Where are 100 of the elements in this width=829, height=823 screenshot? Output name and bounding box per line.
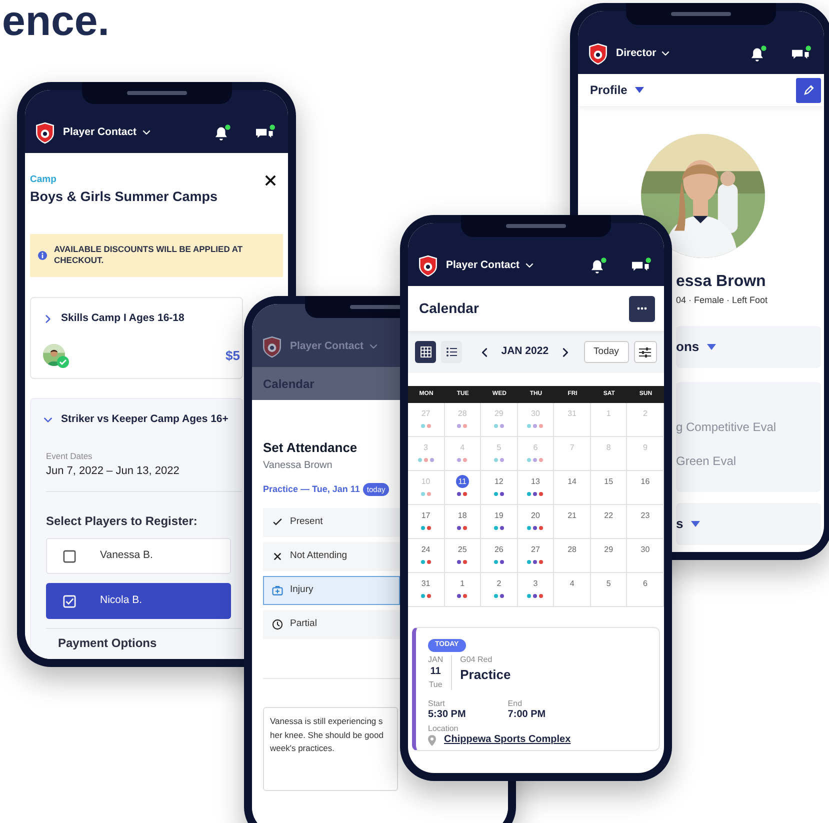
calendar-day[interactable]: 21: [554, 505, 591, 539]
calendar-day[interactable]: 30: [627, 539, 664, 573]
list-view-toggle[interactable]: [441, 341, 462, 363]
calendar-day[interactable]: 6: [627, 573, 664, 607]
camp-name[interactable]: Skills Camp I Ages 16-18: [61, 311, 184, 328]
calendar-day[interactable]: 31: [408, 573, 445, 607]
close-icon[interactable]: [265, 175, 276, 186]
player-option[interactable]: Nicola B.: [46, 583, 231, 620]
day-number: 5: [605, 578, 612, 590]
profile-dropdown[interactable]: Profile: [590, 81, 644, 99]
day-number: 1: [459, 578, 466, 590]
calendar-day[interactable]: 26: [481, 539, 518, 573]
role-dropdown[interactable]: Player Contact: [63, 124, 151, 140]
filter-button[interactable]: [634, 341, 658, 363]
day-number: 10: [420, 476, 432, 488]
grid-view-toggle[interactable]: [415, 341, 436, 363]
day-number: 12: [493, 476, 504, 488]
calendar-day[interactable]: 25: [444, 539, 482, 573]
chevron-down-icon[interactable]: [43, 415, 53, 426]
attendance-option[interactable]: Present: [263, 508, 400, 537]
day-number: 13: [530, 476, 541, 488]
location-link[interactable]: Chippewa Sports Complex: [444, 734, 571, 746]
calendar-day[interactable]: 19: [481, 505, 518, 539]
shield-logo-icon: [262, 336, 282, 358]
event-month: JAN: [428, 655, 444, 665]
attendance-option[interactable]: Injury: [263, 576, 400, 605]
calendar-day[interactable]: 16: [627, 471, 664, 505]
attendance-option[interactable]: Partial: [263, 610, 400, 639]
checkbox-icon: [63, 594, 76, 608]
day-number: 1: [605, 408, 612, 420]
day-number: 2: [642, 408, 648, 420]
event-link[interactable]: Practice — Tue, Jan 11: [263, 482, 360, 496]
day-number: 29: [493, 408, 504, 420]
day-number: 20: [530, 510, 541, 522]
role-dropdown[interactable]: Player Contact: [446, 258, 534, 274]
chevron-down-icon: [661, 49, 670, 58]
today-button[interactable]: Today: [584, 341, 629, 363]
day-number: 19: [493, 510, 504, 522]
calendar-day[interactable]: 14: [554, 471, 591, 505]
calendar-day[interactable]: 11: [444, 471, 482, 505]
evaluation-item[interactable]: Green Eval: [676, 452, 821, 470]
field-label: Location: [428, 724, 458, 734]
calendar-day[interactable]: 15: [590, 471, 628, 505]
start-time: 5:30 PM: [428, 708, 466, 721]
day-number: 6: [532, 442, 539, 454]
calendar-day[interactable]: 27: [518, 539, 554, 573]
calendar-day[interactable]: 5: [590, 573, 628, 607]
chevron-right-icon[interactable]: [43, 314, 53, 324]
calendar-day[interactable]: 23: [627, 505, 664, 539]
day-number: 21: [566, 510, 578, 522]
day-number: 3: [422, 442, 429, 454]
day-number: 29: [603, 544, 614, 556]
calendar-day[interactable]: 29: [590, 539, 628, 573]
caret-down-icon: [707, 344, 716, 350]
calendar-day[interactable]: 22: [590, 505, 628, 539]
calendar-day[interactable]: 1: [444, 573, 482, 607]
shield-logo-icon: [588, 42, 608, 64]
role-dropdown[interactable]: Player Contact: [290, 338, 378, 354]
note-field[interactable]: Vanessa is still experiencing s her knee. She should be good week's practices.: [263, 707, 398, 791]
end-time: 7:00 PM: [508, 708, 546, 721]
more-button[interactable]: [629, 296, 655, 322]
calendar-day[interactable]: 13: [518, 471, 554, 505]
role-dropdown[interactable]: Director: [616, 46, 670, 62]
day-number: 4: [459, 442, 466, 454]
category-label: Camp: [30, 173, 56, 187]
day-number: 11: [456, 475, 469, 488]
calendar-day[interactable]: 2: [481, 573, 518, 607]
attendance-option[interactable]: Not Attending: [263, 542, 400, 571]
evaluation-item[interactable]: g Competitive Eval: [676, 418, 821, 436]
day-number: 26: [493, 544, 504, 556]
day-number: 4: [568, 578, 576, 590]
section-toggle[interactable]: ons: [676, 336, 716, 356]
calendar-day[interactable]: 28: [554, 539, 591, 573]
first-aid-kit-icon: [272, 585, 283, 596]
calendar-day[interactable]: 18: [444, 505, 482, 539]
section-heading: Payment Options: [58, 635, 158, 652]
event-title: Practice: [460, 667, 511, 684]
calendar-day[interactable]: 3: [518, 573, 554, 607]
calendar-day[interactable]: 24: [408, 539, 445, 573]
camp-name[interactable]: Striker vs Keeper Camp Ages 16+: [61, 412, 228, 428]
calendar-day[interactable]: 17: [408, 505, 445, 539]
info-icon: [38, 250, 47, 260]
day-number: 16: [640, 476, 651, 488]
calendar-day[interactable]: 4: [554, 573, 591, 607]
headline: ence.: [1, 0, 110, 42]
calendar-day[interactable]: 12: [481, 471, 518, 505]
event-dates: Jun 7, 2022 – Jun 13, 2022: [46, 464, 180, 479]
shield-logo-icon: [418, 254, 438, 276]
list-icon: [446, 346, 458, 358]
edit-button[interactable]: [796, 78, 821, 102]
notice-text: AVAILABLE DISCOUNTS WILL BE APPLIED AT CHECKOUT.: [54, 244, 244, 268]
check-badge-icon: [57, 356, 69, 368]
day-number: 17: [420, 510, 432, 522]
sliders-icon: [639, 346, 652, 358]
event-day: 11: [430, 666, 441, 678]
calendar-day[interactable]: 20: [518, 505, 554, 539]
player-option[interactable]: Vanessa B.: [46, 538, 231, 574]
player-details: 04 · Female · Left Foot: [676, 294, 769, 307]
sheet-title: Set Attendance: [263, 439, 358, 457]
section-toggle[interactable]: s: [676, 514, 700, 534]
